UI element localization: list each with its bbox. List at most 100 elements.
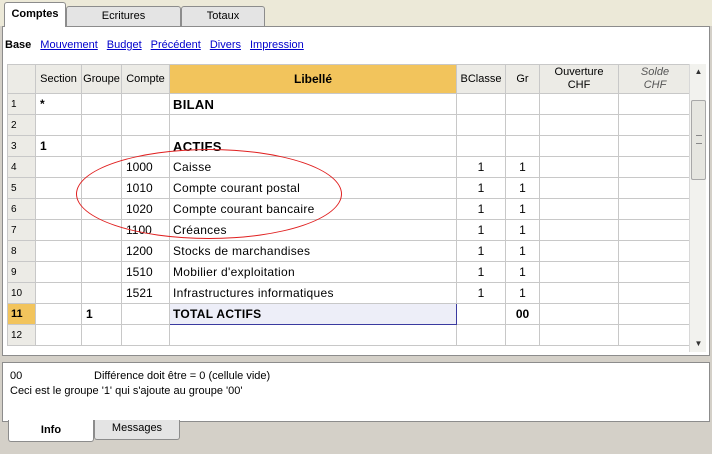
cell-compte[interactable]: 1200 xyxy=(121,240,170,262)
cell-section[interactable] xyxy=(35,156,82,178)
header-groupe[interactable]: Groupe xyxy=(81,64,122,94)
cell-bclasse[interactable]: 1 xyxy=(456,156,506,178)
row-number[interactable]: 1 xyxy=(7,93,36,115)
cell-libelle[interactable] xyxy=(169,114,457,136)
table-row[interactable]: 7 1100 Créances 1 1 xyxy=(7,219,692,241)
view-precedent[interactable]: Précédent xyxy=(151,39,201,55)
view-mouvement[interactable]: Mouvement xyxy=(40,39,97,55)
cell-section[interactable] xyxy=(35,261,82,283)
cell-gr[interactable]: 1 xyxy=(505,219,540,241)
cell-compte[interactable]: 1010 xyxy=(121,177,170,199)
cell-gr[interactable] xyxy=(505,93,540,115)
header-section[interactable]: Section xyxy=(35,64,82,94)
cell-bclasse[interactable] xyxy=(456,324,506,346)
cell-solde[interactable] xyxy=(618,114,692,136)
cell-libelle[interactable]: ACTIFS xyxy=(169,135,457,157)
header-gr[interactable]: Gr xyxy=(505,64,540,94)
cell-libelle[interactable]: Créances xyxy=(169,219,457,241)
cell-groupe[interactable] xyxy=(81,240,122,262)
cell-gr[interactable]: 00 xyxy=(505,303,540,325)
row-number[interactable]: 3 xyxy=(7,135,36,157)
cell-ouverture[interactable] xyxy=(539,156,619,178)
cell-ouverture[interactable] xyxy=(539,93,619,115)
tab-comptes[interactable]: Comptes xyxy=(4,2,66,27)
cell-libelle[interactable]: Compte courant postal xyxy=(169,177,457,199)
cell-bclasse[interactable]: 1 xyxy=(456,198,506,220)
scroll-up-icon[interactable]: ▲ xyxy=(690,64,707,80)
cell-section[interactable] xyxy=(35,219,82,241)
cell-ouverture[interactable] xyxy=(539,303,619,325)
cell-groupe[interactable] xyxy=(81,198,122,220)
cell-section[interactable] xyxy=(35,114,82,136)
cell-gr[interactable]: 1 xyxy=(505,261,540,283)
cell-bclasse[interactable]: 1 xyxy=(456,219,506,241)
cell-ouverture[interactable] xyxy=(539,240,619,262)
table-row[interactable]: 3 1 ACTIFS xyxy=(7,135,692,157)
cell-groupe[interactable] xyxy=(81,156,122,178)
table-row[interactable]: 12 xyxy=(7,324,692,346)
vertical-scrollbar[interactable]: ▲ ▼ xyxy=(689,64,706,352)
row-number[interactable]: 6 xyxy=(7,198,36,220)
table-row[interactable]: 6 1020 Compte courant bancaire 1 1 xyxy=(7,198,692,220)
cell-solde[interactable] xyxy=(618,261,692,283)
cell-section[interactable] xyxy=(35,324,82,346)
cell-libelle[interactable]: BILAN xyxy=(169,93,457,115)
cell-bclasse[interactable] xyxy=(456,114,506,136)
cell-compte[interactable] xyxy=(121,324,170,346)
cell-bclasse[interactable]: 1 xyxy=(456,282,506,304)
cell-gr[interactable] xyxy=(505,324,540,346)
row-number[interactable]: 8 xyxy=(7,240,36,262)
cell-section[interactable] xyxy=(35,282,82,304)
cell-gr[interactable]: 1 xyxy=(505,177,540,199)
table-row[interactable]: 1 * BILAN xyxy=(7,93,692,115)
cell-libelle[interactable]: TOTAL ACTIFS xyxy=(169,303,457,325)
cell-section[interactable] xyxy=(35,177,82,199)
row-number[interactable]: 11 xyxy=(7,303,36,325)
cell-libelle[interactable]: Stocks de marchandises xyxy=(169,240,457,262)
cell-solde[interactable] xyxy=(618,324,692,346)
cell-ouverture[interactable] xyxy=(539,219,619,241)
scroll-thumb[interactable] xyxy=(691,100,706,180)
cell-libelle[interactable]: Mobilier d'exploitation xyxy=(169,261,457,283)
cell-libelle[interactable] xyxy=(169,324,457,346)
cell-ouverture[interactable] xyxy=(539,261,619,283)
cell-section[interactable] xyxy=(35,303,82,325)
table-row[interactable]: 4 1000 Caisse 1 1 xyxy=(7,156,692,178)
view-divers[interactable]: Divers xyxy=(210,39,241,55)
table-row[interactable]: 10 1521 Infrastructures informatiques 1 1 xyxy=(7,282,692,304)
cell-compte[interactable] xyxy=(121,135,170,157)
cell-bclasse[interactable]: 1 xyxy=(456,261,506,283)
view-budget[interactable]: Budget xyxy=(107,39,142,55)
cell-groupe[interactable] xyxy=(81,114,122,136)
cell-solde[interactable] xyxy=(618,282,692,304)
cell-compte[interactable]: 1510 xyxy=(121,261,170,283)
tab-messages[interactable]: Messages xyxy=(94,420,180,440)
cell-libelle[interactable]: Compte courant bancaire xyxy=(169,198,457,220)
cell-gr[interactable] xyxy=(505,135,540,157)
cell-bclasse[interactable] xyxy=(456,93,506,115)
cell-compte[interactable] xyxy=(121,93,170,115)
cell-gr[interactable]: 1 xyxy=(505,156,540,178)
cell-bclasse[interactable] xyxy=(456,135,506,157)
cell-gr[interactable] xyxy=(505,114,540,136)
row-number[interactable]: 5 xyxy=(7,177,36,199)
view-impression[interactable]: Impression xyxy=(250,39,304,55)
cell-solde[interactable] xyxy=(618,240,692,262)
cell-ouverture[interactable] xyxy=(539,177,619,199)
cell-gr[interactable]: 1 xyxy=(505,240,540,262)
cell-compte[interactable]: 1000 xyxy=(121,156,170,178)
cell-groupe[interactable]: 1 xyxy=(81,303,122,325)
cell-libelle[interactable]: Caisse xyxy=(169,156,457,178)
cell-groupe[interactable] xyxy=(81,135,122,157)
cell-ouverture[interactable] xyxy=(539,135,619,157)
row-number[interactable]: 2 xyxy=(7,114,36,136)
cell-compte[interactable]: 1100 xyxy=(121,219,170,241)
cell-bclasse[interactable] xyxy=(456,303,506,325)
cell-ouverture[interactable] xyxy=(539,282,619,304)
cell-groupe[interactable] xyxy=(81,93,122,115)
cell-solde[interactable] xyxy=(618,303,692,325)
cell-groupe[interactable] xyxy=(81,261,122,283)
row-number[interactable]: 7 xyxy=(7,219,36,241)
cell-groupe[interactable] xyxy=(81,324,122,346)
header-solde[interactable]: Solde CHF xyxy=(618,64,692,94)
